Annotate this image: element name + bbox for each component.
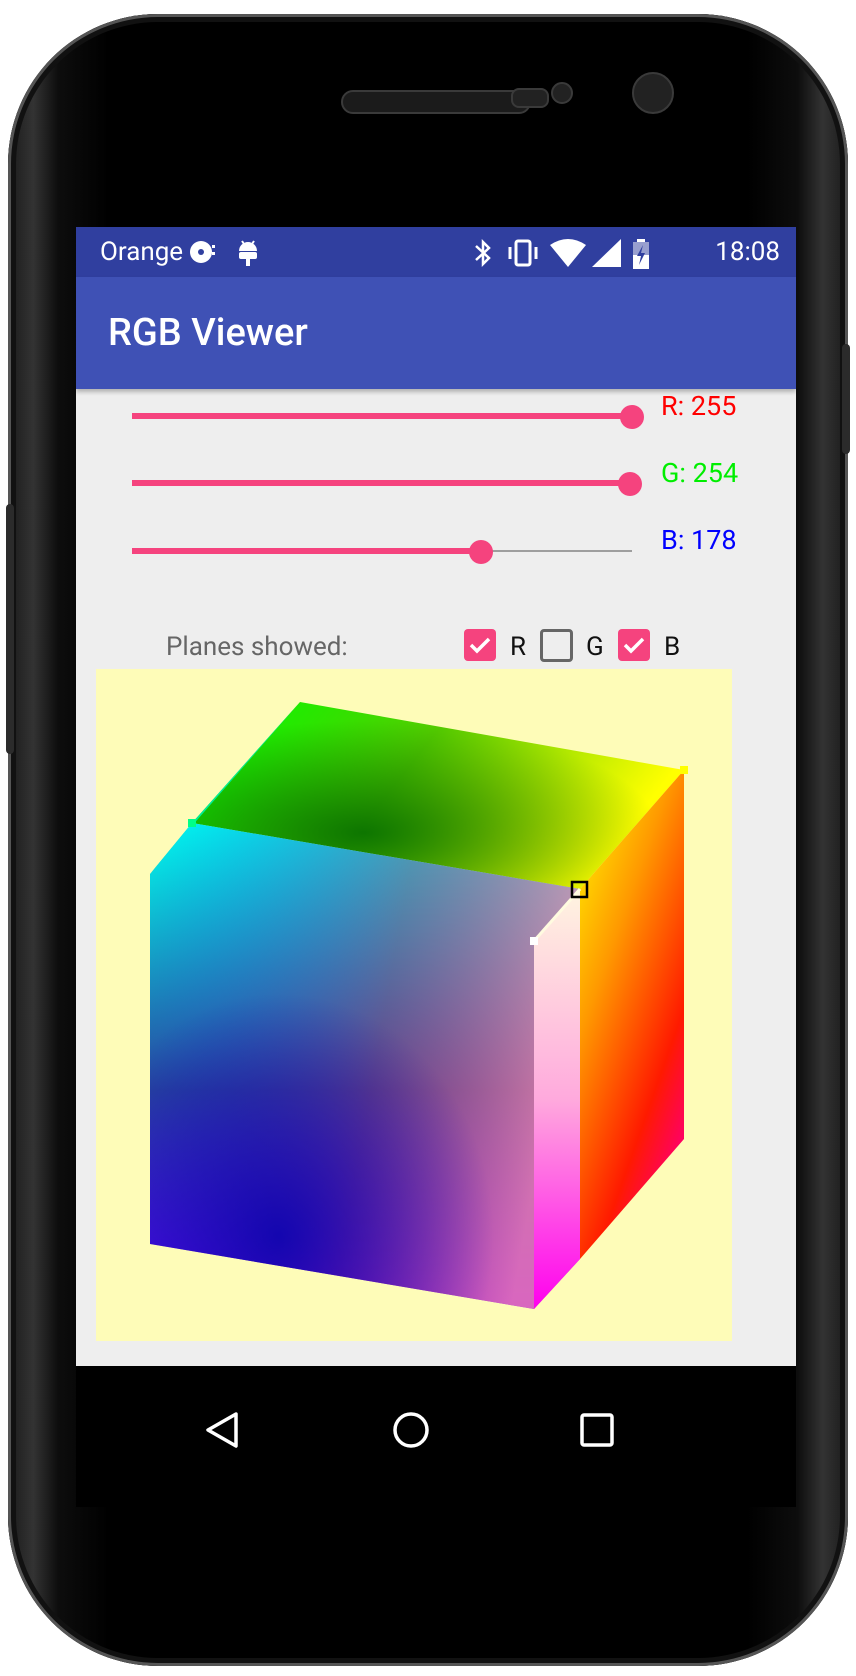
navigation-bar xyxy=(76,1366,796,1507)
check-icon xyxy=(469,637,491,654)
back-icon xyxy=(206,1412,238,1448)
slider-fill xyxy=(132,413,632,419)
earpiece-speaker xyxy=(341,90,531,114)
side-button xyxy=(6,504,14,754)
checkbox-g[interactable] xyxy=(540,629,573,662)
green-value-label: G: 254 xyxy=(661,457,739,489)
slider-thumb[interactable] xyxy=(620,405,644,429)
planes-label: Planes showed: xyxy=(166,632,348,662)
rgb-cube xyxy=(150,702,688,1309)
android-icon xyxy=(236,239,260,272)
slider-fill xyxy=(132,480,631,486)
clock: 18:08 xyxy=(715,237,780,267)
vibrate-icon xyxy=(506,239,540,272)
wifi-icon xyxy=(550,239,586,272)
checkbox-r-label: R xyxy=(510,632,527,662)
recents-button[interactable] xyxy=(579,1412,615,1452)
green-slider[interactable] xyxy=(132,464,643,504)
battery-charging-icon xyxy=(631,239,651,274)
checkbox-r[interactable] xyxy=(464,629,496,661)
screen: Orange 18:08 RGB Viewer R: 255 G: 254 B:… xyxy=(76,227,796,1507)
side-button xyxy=(842,344,850,454)
app-bar: RGB Viewer xyxy=(76,277,796,389)
status-bar: Orange 18:08 xyxy=(76,227,796,277)
recents-icon xyxy=(580,1413,614,1447)
blue-slider[interactable] xyxy=(132,532,632,572)
light-sensor xyxy=(551,82,573,104)
check-icon xyxy=(623,637,645,654)
checkbox-b[interactable] xyxy=(618,629,650,661)
front-camera xyxy=(632,72,674,114)
carrier-label: Orange xyxy=(100,237,184,267)
checkbox-g-label: G xyxy=(586,632,604,662)
app-title: RGB Viewer xyxy=(108,311,308,355)
rgb-cube-canvas[interactable] xyxy=(96,669,732,1341)
red-slider[interactable] xyxy=(132,397,644,437)
slider-thumb[interactable] xyxy=(618,472,643,496)
bluetooth-icon xyxy=(472,238,494,272)
blue-value-label: B: 178 xyxy=(661,524,737,556)
back-button[interactable] xyxy=(204,1410,240,1454)
slider-thumb[interactable] xyxy=(469,540,494,564)
home-button[interactable] xyxy=(391,1410,431,1454)
home-icon xyxy=(393,1412,429,1448)
proximity-sensor xyxy=(511,88,549,108)
red-value-label: R: 255 xyxy=(661,390,737,422)
disc-icon xyxy=(188,239,218,270)
signal-icon xyxy=(592,239,622,272)
checkbox-b-label: B xyxy=(664,632,681,662)
phone-frame: Orange 18:08 RGB Viewer R: 255 G: 254 B:… xyxy=(6,14,850,1666)
slider-fill xyxy=(132,548,482,554)
